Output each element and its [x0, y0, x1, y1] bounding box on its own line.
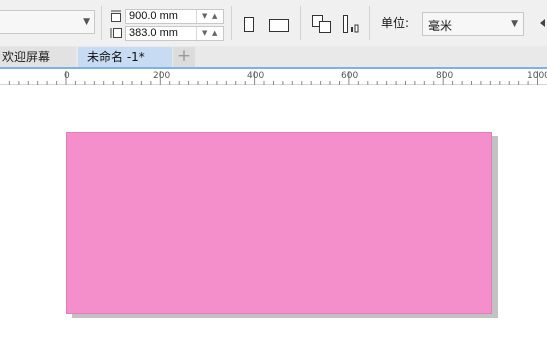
- current-page-icon[interactable]: [342, 14, 360, 34]
- ruler-tick-label: 400: [247, 71, 264, 81]
- ruler-tick-label: 0: [64, 71, 70, 81]
- page-width-icon: [111, 10, 121, 22]
- plus-icon: +: [176, 46, 192, 66]
- page-size-preset-dropdown[interactable]: ▼: [0, 10, 95, 34]
- tab-untitled-document[interactable]: 未命名 -1*: [78, 47, 172, 67]
- ruler-tick-label: 600: [341, 71, 358, 81]
- toolbar-separator: [101, 6, 102, 40]
- toolbar-separator: [300, 6, 301, 40]
- property-bar: ▼ 900.0 mm ▼ ▲ 383.0 mm ▼ ▲ 单位: 毫米 ▼: [0, 0, 547, 46]
- ruler-scale: 0 200 400 600 800 1000: [8, 71, 547, 85]
- tab-welcome-screen[interactable]: 欢迎屏幕: [0, 47, 76, 67]
- spin-up-icon[interactable]: ▲: [212, 12, 217, 20]
- tab-label: 未命名 -1*: [87, 50, 145, 64]
- chevron-down-icon: ▼: [83, 17, 90, 27]
- units-value: 毫米: [428, 19, 453, 33]
- ruler-labels: 0 200 400 600 800 1000: [64, 71, 547, 81]
- horizontal-ruler[interactable]: 0 200 400 600 800 1000: [0, 69, 547, 85]
- drawing-canvas[interactable]: [0, 85, 547, 353]
- ruler-minor-ticks: [8, 71, 538, 85]
- document-tab-bar: 欢迎屏幕 未命名 -1* +: [0, 46, 547, 68]
- page-width-field[interactable]: 900.0 mm ▼ ▲: [125, 9, 224, 24]
- ruler-tick-label: 200: [153, 71, 170, 81]
- page-width-spinner[interactable]: ▼ ▲: [196, 10, 223, 23]
- toolbar-separator: [231, 6, 232, 40]
- units-dropdown[interactable]: 毫米 ▼: [422, 12, 524, 36]
- nudge-distance-icon[interactable]: [539, 16, 547, 30]
- page-height-value[interactable]: 383.0 mm: [129, 27, 178, 40]
- page-height-field[interactable]: 383.0 mm ▼ ▲: [125, 26, 224, 41]
- chevron-down-icon: ▼: [511, 19, 518, 29]
- ruler-tick-label: 800: [436, 71, 453, 81]
- units-label: 单位:: [381, 16, 410, 30]
- toolbar-separator: [369, 6, 370, 40]
- page-width-value[interactable]: 900.0 mm: [129, 10, 178, 23]
- tab-label: 欢迎屏幕: [2, 50, 51, 64]
- document-page[interactable]: [66, 132, 492, 314]
- landscape-orientation-icon[interactable]: [268, 18, 290, 33]
- spin-down-icon[interactable]: ▼: [202, 29, 207, 37]
- spin-down-icon[interactable]: ▼: [202, 12, 207, 20]
- ruler-tick-label: 1000: [527, 71, 547, 81]
- spin-up-icon[interactable]: ▲: [212, 29, 217, 37]
- page-height-icon: [110, 28, 122, 38]
- new-document-tab-button[interactable]: +: [173, 47, 195, 67]
- all-pages-icon[interactable]: [311, 14, 333, 34]
- page-height-spinner[interactable]: ▼ ▲: [196, 27, 223, 40]
- portrait-orientation-icon[interactable]: [243, 16, 255, 33]
